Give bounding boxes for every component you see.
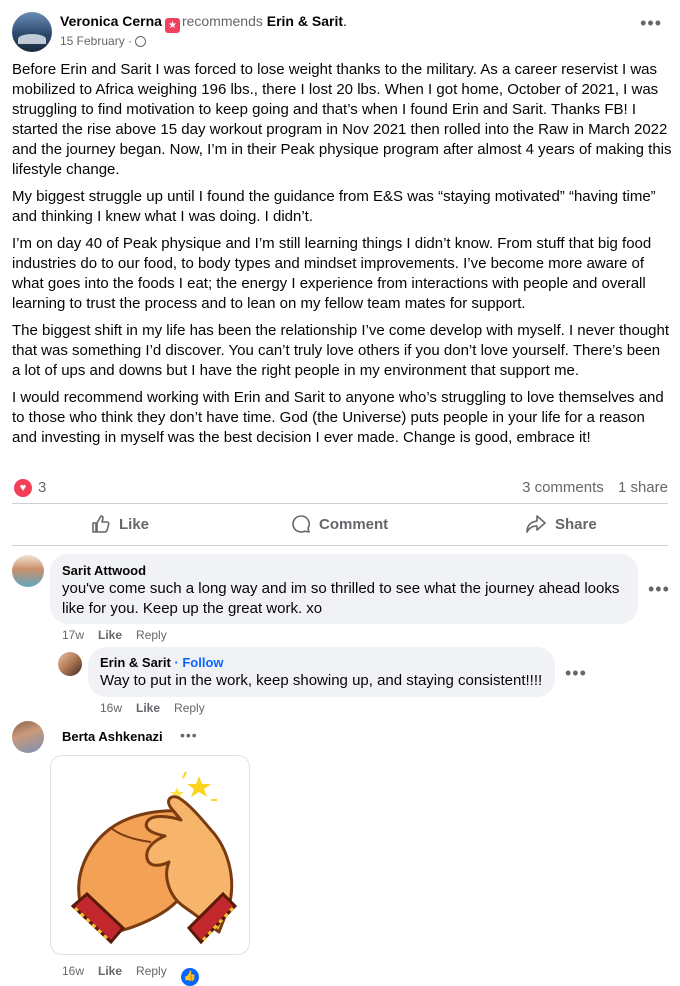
post-paragraph: I would recommend working with Erin and … [12, 389, 664, 446]
comment-like-link[interactable]: Like [98, 964, 122, 978]
author-avatar[interactable] [12, 12, 52, 52]
comment-meta: 16w Like Reply 👍 [62, 964, 213, 986]
sticker-comment[interactable] [50, 755, 250, 955]
share-label: Share [555, 515, 597, 533]
comment-text: Way to put in the work, keep showing up,… [100, 672, 543, 689]
divider [12, 503, 668, 504]
heart-reaction-icon[interactable]: ♥ [14, 479, 32, 497]
comment-time[interactable]: 17w [62, 628, 84, 642]
like-reaction-icon[interactable]: 👍 [180, 968, 199, 986]
comment-reply-link[interactable]: Reply [136, 628, 167, 642]
like-label: Like [119, 515, 150, 533]
comment-reply-link[interactable]: Reply [174, 701, 205, 715]
recommends-text: recommends [181, 13, 263, 29]
comment-text: you've come such a long way and im so th… [62, 580, 620, 617]
commenter-name[interactable]: Erin & Sarit [100, 655, 171, 670]
reaction-count[interactable]: 3 [38, 479, 46, 496]
more-options-icon[interactable]: ••• [640, 14, 662, 32]
comment-time[interactable]: 16w [62, 964, 84, 978]
globe-icon [135, 36, 147, 47]
divider [12, 545, 668, 546]
comment-bubble: Erin & Sarit · Follow Way to put in the … [88, 647, 555, 697]
commenter-avatar[interactable] [12, 721, 44, 753]
post-paragraph: I’m on day 40 of Peak physique and I’m s… [12, 235, 652, 312]
follow-link[interactable]: · Follow [174, 655, 223, 670]
comment-more-icon[interactable]: ••• [180, 728, 198, 742]
post-date[interactable]: 15 February [60, 34, 125, 48]
page-name-suffix: . [343, 13, 347, 29]
post-meta: 15 February · [60, 34, 147, 48]
shares-count[interactable]: 1 share [618, 479, 668, 496]
comment-like-link[interactable]: Like [98, 628, 122, 642]
commenter-avatar[interactable] [12, 555, 44, 587]
post-paragraph: Before Erin and Sarit I was forced to lo… [12, 61, 672, 178]
commenter-avatar[interactable] [58, 652, 82, 676]
comment-icon [291, 514, 311, 534]
comment-more-icon[interactable]: ••• [648, 580, 670, 598]
comment-meta: 16w Like Reply [100, 701, 219, 715]
post-paragraph: The biggest shift in my life has been th… [12, 322, 670, 379]
commenter-name[interactable]: Berta Ashkenazi [62, 729, 163, 745]
share-button[interactable]: Share [525, 506, 597, 542]
comment-like-link[interactable]: Like [136, 701, 160, 715]
recommend-badge-icon: ★ [164, 18, 180, 33]
post-body: Before Erin and Sarit I was forced to lo… [12, 60, 672, 455]
comment-button[interactable]: Comment [291, 506, 388, 542]
comments-count[interactable]: 3 comments [522, 479, 604, 496]
clapping-hands-sticker [70, 771, 238, 945]
like-button[interactable]: Like [91, 506, 149, 542]
reactions-row: ♥ 3 3 comments 1 share [12, 476, 668, 498]
header-line: Veronica Cerna ★ recommends Erin & Sarit. [60, 13, 347, 33]
comment-bubble: Sarit Attwood you've come such a long wa… [50, 554, 638, 624]
post-stats: 3 comments 1 share [512, 479, 668, 496]
post-paragraph: My biggest struggle up until I found the… [12, 188, 656, 225]
comment-reply-link[interactable]: Reply [136, 964, 167, 978]
author-name[interactable]: Veronica Cerna [60, 13, 162, 29]
commenter-name[interactable]: Sarit Attwood [62, 563, 626, 579]
like-icon [91, 514, 111, 534]
comment-meta: 17w Like Reply [62, 628, 181, 642]
share-icon [525, 514, 547, 534]
page-name-link[interactable]: Erin & Sarit [267, 13, 343, 29]
post-header: Veronica Cerna ★ recommends Erin & Sarit. … [12, 10, 668, 54]
comment-time[interactable]: 16w [100, 701, 122, 715]
commenter-name-line: Erin & Sarit · Follow [100, 655, 543, 671]
post-actions: Like Comment Share [12, 506, 668, 544]
comment-more-icon[interactable]: ••• [565, 664, 587, 682]
comment-label: Comment [319, 515, 389, 533]
